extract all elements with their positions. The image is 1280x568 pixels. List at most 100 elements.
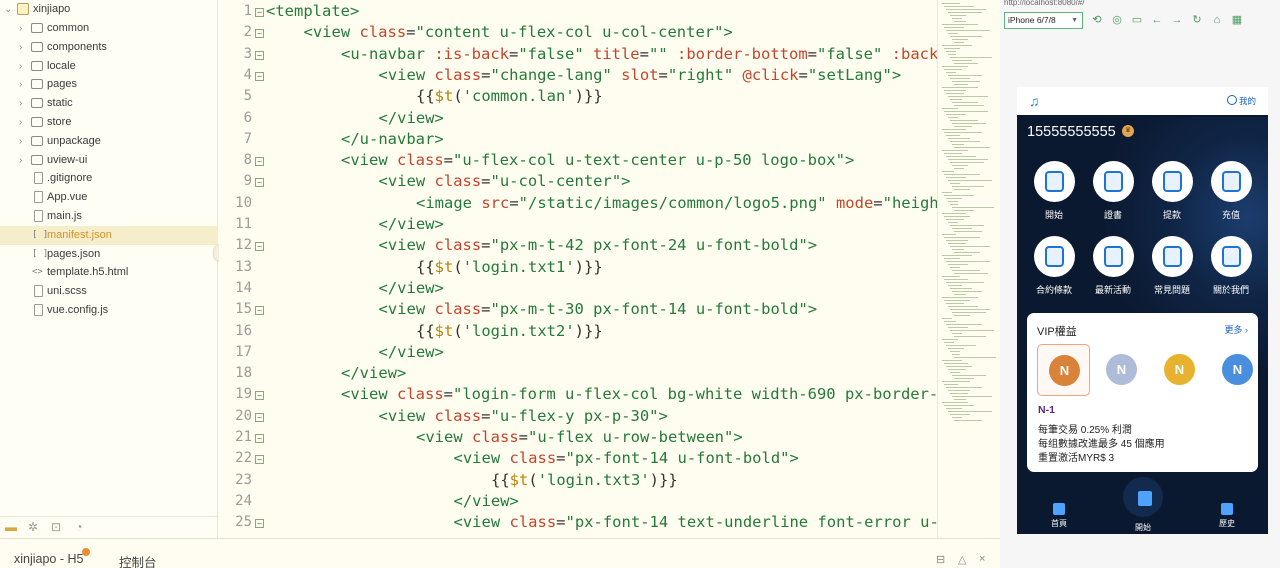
code-editor[interactable]: 1− <template> 2− <view class="content u-fle…: [219, 0, 937, 538]
run-tab[interactable]: xinjiapo - H5: [14, 552, 83, 566]
inspect-icon[interactable]: ◎: [1111, 14, 1123, 26]
debug-icon[interactable]: ✲: [26, 520, 40, 534]
fold-icon[interactable]: −: [255, 391, 264, 401]
tree-item[interactable]: vue.config.js: [0, 301, 218, 320]
search-files-icon[interactable]: ⊡: [49, 520, 63, 534]
fold-icon[interactable]: −: [255, 434, 264, 443]
device-select[interactable]: iPhone 6/7/8 ▼: [1004, 12, 1083, 29]
code-line[interactable]: </u-navbar>: [341, 129, 444, 150]
code-line[interactable]: {{$t('common.lan')}}: [416, 86, 603, 107]
code-line[interactable]: {{$t('login.txt2')}}: [416, 321, 603, 342]
back-icon[interactable]: ←: [1151, 14, 1163, 26]
code-line[interactable]: <view class="u-flex-y px-p-30">: [379, 406, 668, 427]
folder-icon[interactable]: ▬: [4, 520, 18, 534]
code-line[interactable]: <u-navbar :is-back="false" title="" :bor…: [341, 44, 937, 65]
tree-item[interactable]: uni.scss: [0, 282, 218, 301]
code-line[interactable]: </view>: [379, 278, 444, 299]
tree-item[interactable]: [ ] manifest.json: [0, 225, 218, 245]
qrcode-icon[interactable]: ▦: [1231, 14, 1243, 26]
code-line[interactable]: {{$t('login.txt1')}}: [416, 257, 603, 278]
code-line[interactable]: {{$t('login.txt3')}}: [491, 470, 678, 491]
fold-icon[interactable]: −: [255, 412, 264, 422]
vip-medal-2[interactable]: N: [1095, 344, 1148, 396]
vip-more-link[interactable]: 更多 ›: [1224, 323, 1248, 336]
code-line[interactable]: </view>: [379, 214, 444, 235]
tab-start-button[interactable]: [1121, 475, 1165, 519]
bell-icon[interactable]: ♫: [1029, 93, 1045, 109]
fold-icon[interactable]: −: [255, 71, 264, 81]
tree-item[interactable]: [ ] pages.json: [0, 245, 218, 264]
maximize-icon[interactable]: △: [958, 553, 966, 566]
url-bar[interactable]: http://localhost:8080/#/: [1004, 0, 1276, 8]
tree-item[interactable]: <> template.h5.html: [0, 263, 218, 282]
code-line[interactable]: </view>: [379, 342, 444, 363]
lock-icon[interactable]: ⌂: [1211, 14, 1223, 26]
fold-icon[interactable]: −: [255, 8, 264, 17]
tree-item[interactable]: › locale: [0, 57, 218, 76]
chevron-right-icon[interactable]: ›: [19, 75, 29, 94]
fold-icon[interactable]: −: [255, 50, 264, 60]
app-grid-item[interactable]: 合約條款: [1028, 236, 1080, 296]
vip-medal-3[interactable]: N: [1153, 344, 1206, 396]
tree-item[interactable]: › common: [0, 19, 218, 38]
tree-item[interactable]: .gitignore: [0, 169, 218, 188]
tree-item[interactable]: › uview-ui: [0, 151, 218, 170]
tree-item[interactable]: › components: [0, 38, 218, 57]
rotate-icon[interactable]: ⟲: [1091, 14, 1103, 26]
app-grid-item[interactable]: 開始: [1028, 161, 1080, 221]
fold-icon[interactable]: −: [255, 519, 264, 529]
code-line[interactable]: <view class="px-font-14 u-font-bold">: [454, 448, 799, 469]
fold-icon[interactable]: −: [255, 242, 264, 252]
tree-item[interactable]: App.vue: [0, 188, 218, 207]
tab-history[interactable]: 歷史: [1202, 503, 1252, 529]
tree-item[interactable]: › static: [0, 94, 218, 113]
chevron-right-icon[interactable]: ›: [19, 151, 29, 170]
tree-item[interactable]: main.js: [0, 207, 218, 226]
code-line[interactable]: </view>: [454, 491, 519, 512]
screenshot-icon[interactable]: ▭: [1131, 14, 1143, 26]
code-line[interactable]: <image src="/static/images/common/logo5.…: [416, 193, 937, 214]
chevron-right-icon[interactable]: ›: [19, 132, 29, 151]
code-line[interactable]: <view class="u-flex-col u-text-center u-…: [341, 150, 854, 171]
app-grid-item[interactable]: 提款: [1146, 161, 1198, 221]
fold-icon[interactable]: −: [255, 29, 264, 39]
app-grid-item[interactable]: 充值: [1205, 161, 1257, 221]
code-line[interactable]: <view class="u-col-center">: [379, 171, 631, 192]
refresh-icon[interactable]: ↻: [1191, 14, 1203, 26]
vip-medal-1[interactable]: N: [1037, 344, 1090, 396]
chevron-right-icon[interactable]: ›: [19, 57, 29, 76]
fold-icon[interactable]: −: [255, 455, 264, 465]
mine-link[interactable]: 我的: [1226, 95, 1256, 107]
minimap[interactable]: [937, 0, 999, 538]
chevron-right-icon[interactable]: ›: [19, 19, 29, 38]
app-grid-item[interactable]: 關於我們: [1205, 236, 1257, 296]
code-line[interactable]: <view class="content u-flex-col u-col-ce…: [304, 22, 733, 43]
plugin-icon[interactable]: ◔: [72, 520, 86, 534]
close-panel-icon[interactable]: ×: [979, 553, 985, 565]
chevron-right-icon[interactable]: ›: [19, 94, 29, 113]
clear-icon[interactable]: ⊟: [936, 553, 945, 566]
fold-icon[interactable]: −: [255, 306, 264, 316]
code-line[interactable]: <view class="login-form u-flex-col bg-wh…: [341, 384, 937, 405]
code-line[interactable]: <view class="u-flex u-row-between">: [416, 427, 743, 448]
fold-icon[interactable]: −: [255, 178, 264, 188]
vip-medal-4[interactable]: N: [1211, 344, 1264, 396]
code-line[interactable]: <template>: [266, 1, 359, 22]
app-grid-item[interactable]: 最新活動: [1087, 236, 1139, 296]
chevron-right-icon[interactable]: ›: [19, 38, 29, 57]
code-line[interactable]: </view>: [379, 108, 444, 129]
console-tab[interactable]: 控制台: [119, 552, 157, 568]
code-line[interactable]: <view class="px-m-t-42 px-font-24 u-font…: [379, 235, 818, 256]
code-line[interactable]: <view class="change-lang" slot="right" @…: [379, 65, 902, 86]
tree-item[interactable]: › pages: [0, 75, 218, 94]
chevron-down-icon[interactable]: ⌄: [4, 0, 14, 19]
app-grid-item[interactable]: 常見問題: [1146, 236, 1198, 296]
app-grid-item[interactable]: 證書: [1087, 161, 1139, 221]
tree-item[interactable]: › store: [0, 113, 218, 132]
code-line[interactable]: </view>: [341, 363, 406, 384]
code-line[interactable]: <view class="px-m-t-30 px-font-14 u-font…: [379, 299, 818, 320]
forward-icon[interactable]: →: [1171, 14, 1183, 26]
fold-icon[interactable]: −: [255, 157, 264, 167]
tree-root-folder[interactable]: ⌄ xinjiapo: [0, 0, 218, 19]
tab-start[interactable]: 開始: [1118, 522, 1168, 533]
